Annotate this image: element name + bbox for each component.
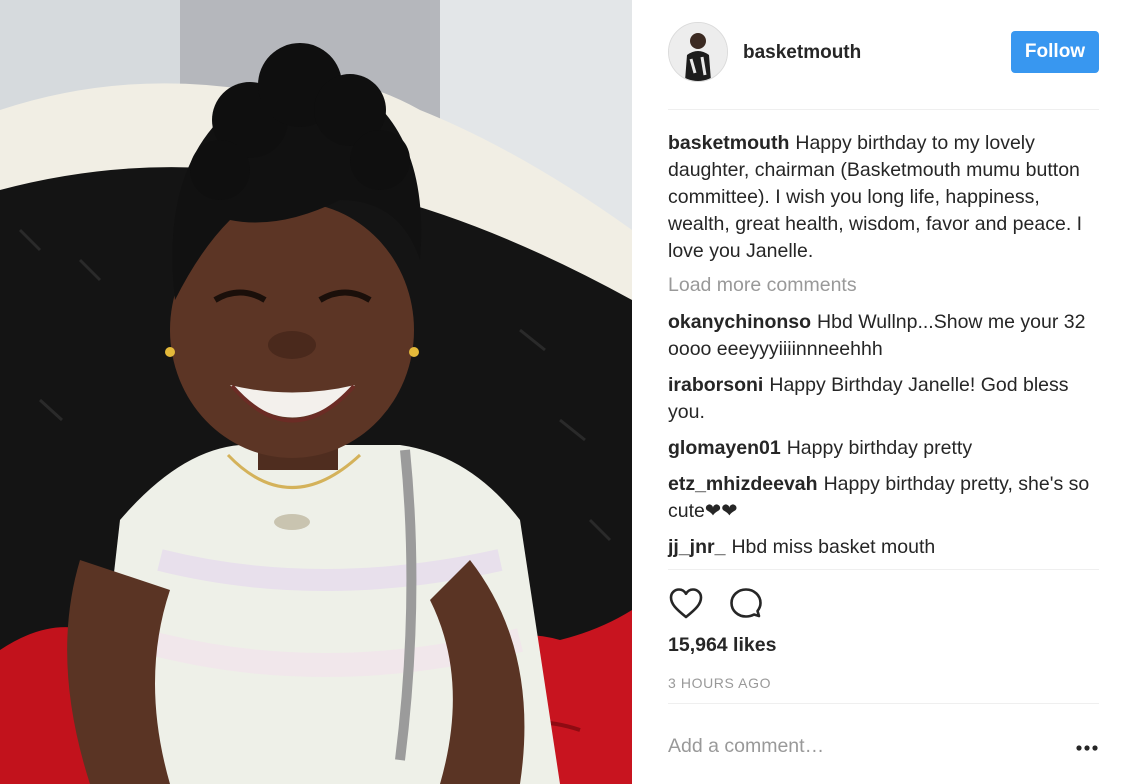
comment-item: jj_jnr_ Hbd miss basket mouth <box>668 534 1099 561</box>
comment-text: Hbd miss basket mouth <box>731 536 936 558</box>
comment-username[interactable]: glomayen01 <box>668 437 781 459</box>
post-caption: basketmouth Happy birthday to my lovely d… <box>668 130 1099 265</box>
comment-username[interactable]: jj_jnr_ <box>668 536 725 558</box>
comment-item: glomayen01 Happy birthday pretty <box>668 435 1099 462</box>
comment-username[interactable]: iraborsoni <box>668 374 763 396</box>
comment-username[interactable]: okanychinonso <box>668 311 811 333</box>
speech-bubble-icon <box>730 588 762 618</box>
follow-button[interactable]: Follow <box>1011 31 1099 73</box>
post-photo[interactable] <box>0 0 632 784</box>
heart-outline-icon <box>669 588 703 619</box>
more-options-button[interactable] <box>1075 736 1099 760</box>
post-photo-illustration <box>0 0 632 784</box>
comment-text: Happy birthday pretty <box>786 437 973 459</box>
comments-divider <box>668 569 1099 570</box>
comment-button[interactable] <box>728 586 764 622</box>
post-details-panel: basketmouth Follow basketmouth Happy birt… <box>668 0 1099 784</box>
caption-username[interactable]: basketmouth <box>668 132 789 154</box>
comments-section: basketmouth Happy birthday to my lovely d… <box>668 130 1099 570</box>
actions-divider <box>668 703 1099 704</box>
comment-item: okanychinonso Hbd Wullnp...Show me your 3… <box>668 309 1099 363</box>
avatar-image <box>669 23 727 81</box>
add-comment-input[interactable] <box>668 732 1058 760</box>
comment-item: etz_mhizdeevah Happy birthday pretty, she… <box>668 471 1099 525</box>
load-more-comments-link[interactable]: Load more comments <box>668 272 1099 299</box>
comment-item: iraborsoni Happy Birthday Janelle! God bl… <box>668 372 1099 426</box>
avatar[interactable] <box>668 22 728 82</box>
post-header: basketmouth Follow <box>668 22 1099 82</box>
ellipsis-icon <box>1076 745 1098 751</box>
comment-username[interactable]: etz_mhizdeevah <box>668 473 818 495</box>
header-divider <box>668 109 1099 110</box>
post-timestamp[interactable]: 3 HOURS AGO <box>668 675 771 691</box>
like-button[interactable] <box>668 586 704 622</box>
likes-count[interactable]: 15,964 likes <box>668 634 776 657</box>
post-author-username[interactable]: basketmouth <box>743 42 861 64</box>
post-actions <box>668 586 868 622</box>
